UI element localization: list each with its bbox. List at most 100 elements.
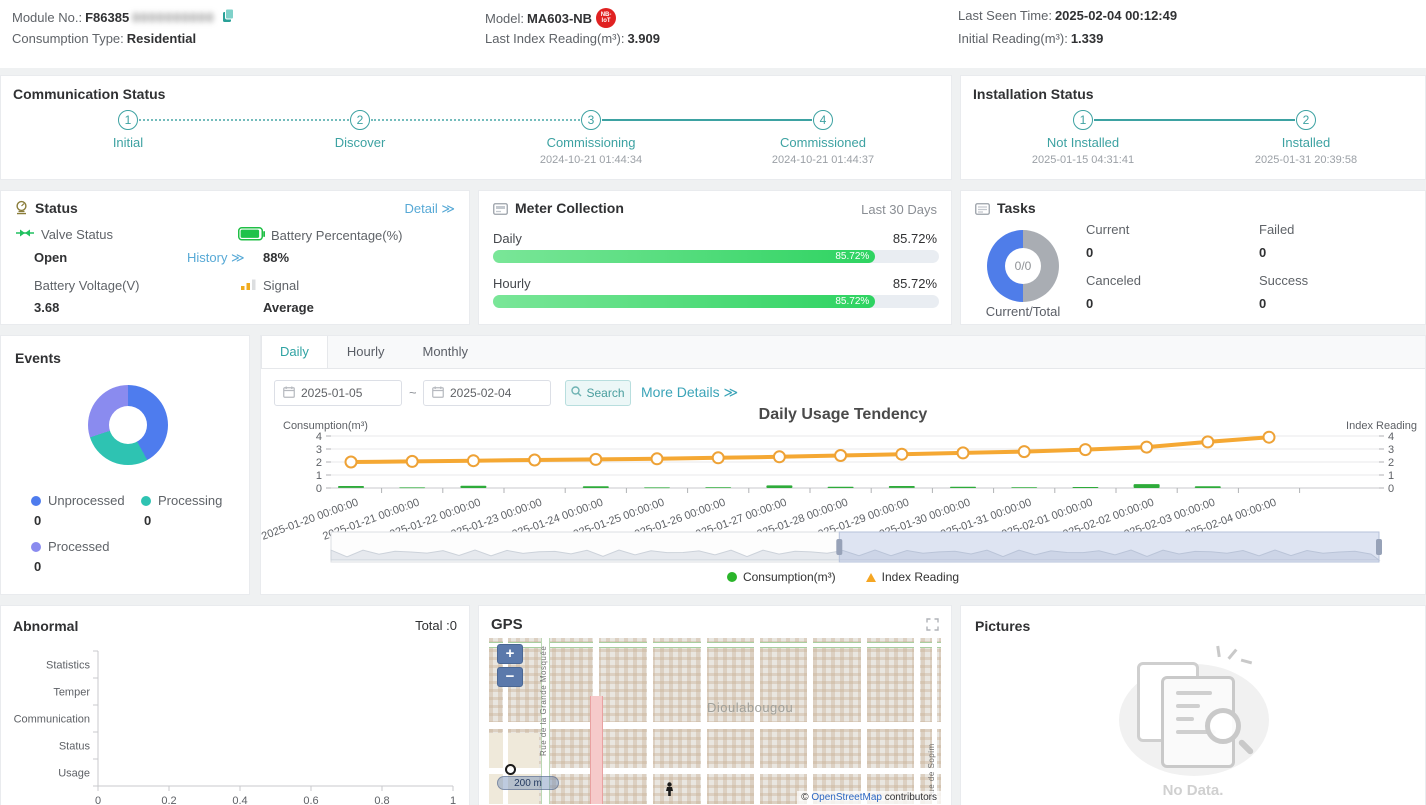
initial-reading-value: 1.339 <box>1071 31 1104 46</box>
processing-label: Processing <box>158 493 222 508</box>
map-scale-bar: 200 m <box>497 776 559 790</box>
module-no-redacted: 0000000000 <box>132 10 214 25</box>
last-index-row: Last Index Reading(m³): 3.909 <box>485 31 660 46</box>
map-street <box>754 638 760 804</box>
hourly-progress-fill: 85.72% <box>493 295 875 308</box>
svg-text:0: 0 <box>95 795 101 805</box>
nbiot-badge-line2: IoT <box>602 18 611 24</box>
history-link[interactable]: History ≫ <box>187 250 245 266</box>
map-street <box>701 638 707 804</box>
processing-dot-icon <box>141 496 151 506</box>
installation-status-panel: Installation Status 1 Not Installed 2025… <box>960 75 1426 180</box>
valve-status-label: Valve Status <box>41 227 113 242</box>
events-legend-processing[interactable]: Processing <box>141 493 222 508</box>
svg-text:0.4: 0.4 <box>232 795 247 805</box>
sparkle-icon <box>1241 659 1252 664</box>
tasks-canceled-label: Canceled <box>1086 273 1141 288</box>
device-header: Module No.:F863850000000000 Consumption … <box>0 0 1426 68</box>
svg-text:2: 2 <box>316 457 322 469</box>
collection-period: Last 30 Days <box>861 202 937 217</box>
events-legend-processed[interactable]: Processed <box>31 539 109 554</box>
hourly-progress-bar: 85.72% <box>493 295 939 308</box>
comm-step-initial: 1 Initial <box>38 110 218 166</box>
legend-index-label: Index Reading <box>882 570 959 584</box>
detail-link[interactable]: Detail ≫ <box>405 201 455 217</box>
zoom-in-button[interactable]: + <box>497 644 523 664</box>
svg-text:4: 4 <box>316 431 322 443</box>
svg-text:0.2: 0.2 <box>161 795 176 805</box>
more-details-link[interactable]: More Details ≫ <box>641 384 738 401</box>
comm-step-discover: 2 Discover <box>270 110 450 166</box>
battery-voltage-label: Battery Voltage(V) <box>34 278 140 293</box>
step-label: Commissioning <box>501 135 681 150</box>
valve-status-row: Valve Status <box>15 227 113 242</box>
abnormal-chart: StatisticsTemperCommunicationStatusUsage… <box>1 636 469 805</box>
daily-label: Daily <box>493 231 522 246</box>
map-zoom-controls: + − <box>497 644 523 687</box>
zoom-out-button[interactable]: − <box>497 667 523 687</box>
events-legend-unprocessed[interactable]: Unprocessed <box>31 493 125 508</box>
search-button-label: Search <box>586 386 624 400</box>
copy-icon[interactable] <box>222 8 235 26</box>
tasks-failed-value: 0 <box>1259 245 1266 260</box>
fullscreen-icon[interactable] <box>926 618 939 636</box>
calendar-icon <box>432 386 444 401</box>
abnormal-title: Abnormal <box>13 618 78 634</box>
map-attribution: © OpenStreetMap contributors <box>797 791 941 804</box>
usage-tabs: Daily Hourly Monthly <box>261 336 1425 369</box>
svg-text:1: 1 <box>316 470 322 482</box>
tasks-success-value: 0 <box>1259 296 1266 311</box>
module-no-value: F86385 <box>85 10 129 25</box>
step-circle: 2 <box>350 110 370 130</box>
tasks-current-value: 0 <box>1086 245 1093 260</box>
events-panel: Events Unprocessed 0 Processing 0 Proces… <box>0 335 250 595</box>
signal-row: Signal <box>241 278 299 293</box>
tasks-current-label: Current <box>1086 222 1129 237</box>
map-street <box>489 722 941 729</box>
battery-icon <box>238 227 265 244</box>
step-circle: 1 <box>1073 110 1093 130</box>
valve-status-value: Open <box>34 250 67 265</box>
map-marker-meter[interactable] <box>665 782 674 801</box>
signal-label: Signal <box>263 278 299 293</box>
date-from-input[interactable]: 2025-01-05 <box>274 380 402 406</box>
legend-consumption[interactable]: Consumption(m³) <box>727 570 836 584</box>
model-value: MA603-NB <box>527 11 592 26</box>
datazoom-handle-right[interactable] <box>1376 539 1382 555</box>
legend-index-reading[interactable]: Index Reading <box>866 570 959 584</box>
meter-icon <box>14 200 29 220</box>
search-button[interactable]: Search <box>565 380 631 406</box>
svg-text:Communication: Communication <box>14 714 90 726</box>
svg-text:Statistics: Statistics <box>46 660 91 672</box>
nbiot-badge: NB- IoT <box>596 8 616 28</box>
svg-text:2: 2 <box>1388 457 1394 469</box>
hourly-progress-label: 85.72% <box>835 296 869 307</box>
install-step-installed: 2 Installed 2025-01-31 20:39:58 <box>1216 110 1396 166</box>
calendar-icon <box>283 386 295 401</box>
date-range-tilde: ~ <box>409 385 417 400</box>
attribution-prefix: © <box>801 792 808 803</box>
gps-map[interactable]: Dioulabougou Rue de la Grande Mosquée Ru… <box>489 638 941 804</box>
events-title: Events <box>15 350 61 366</box>
datazoom-selection[interactable] <box>839 532 1379 562</box>
step-label: Not Installed <box>993 135 1173 150</box>
search-icon <box>571 386 582 400</box>
tab-daily[interactable]: Daily <box>261 336 328 368</box>
attribution-osm-link[interactable]: OpenStreetMap <box>811 792 882 803</box>
tab-hourly[interactable]: Hourly <box>328 336 404 368</box>
comm-step-commissioned: 4 Commissioned 2024-10-21 01:44:37 <box>733 110 913 166</box>
tab-monthly[interactable]: Monthly <box>403 336 487 368</box>
status-title: Status <box>35 200 78 216</box>
step-time <box>38 154 218 166</box>
tasks-success-label: Success <box>1259 273 1308 288</box>
consumption-dot-icon <box>727 572 737 582</box>
step-circle: 4 <box>813 110 833 130</box>
tasks-donut-caption: Current/Total <box>963 304 1083 319</box>
datazoom-handle-left[interactable] <box>836 539 842 555</box>
svg-text:0.6: 0.6 <box>303 795 318 805</box>
date-to-value: 2025-02-04 <box>450 386 511 400</box>
consumption-type-row: Consumption Type: Residential <box>12 31 196 46</box>
chart-legend: Consumption(m³) Index Reading <box>261 570 1425 584</box>
svg-text:Status: Status <box>59 741 91 753</box>
date-to-input[interactable]: 2025-02-04 <box>423 380 551 406</box>
